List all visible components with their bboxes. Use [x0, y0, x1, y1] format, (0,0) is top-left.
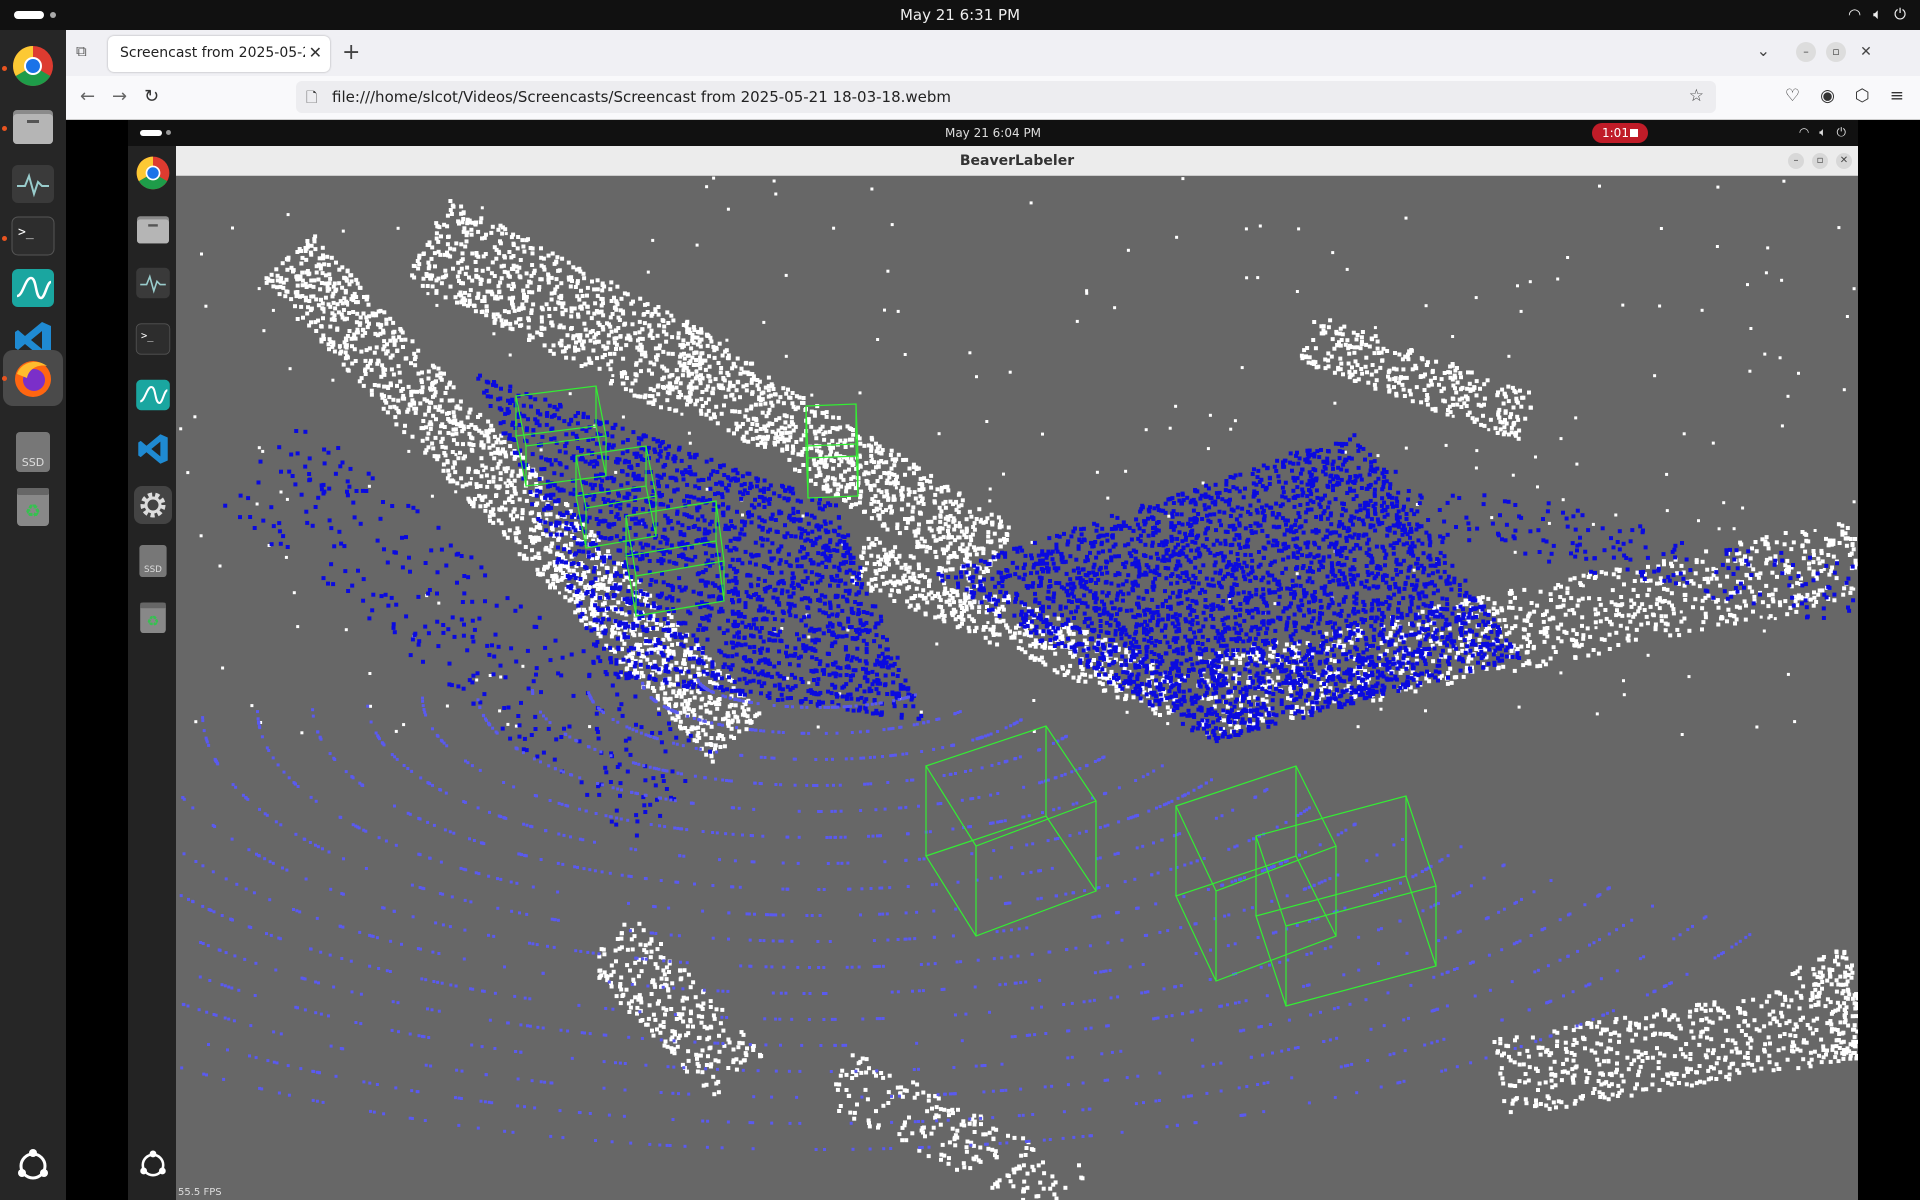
list-tabs-chevron-icon[interactable]: ⌄: [1757, 41, 1770, 60]
url-text[interactable]: file:///home/slcot/Videos/Screencasts/Sc…: [332, 88, 951, 106]
bounding-box-7: [1255, 795, 1437, 927]
firefox-icon: [15, 361, 51, 397]
dock-oscilloscope[interactable]: [9, 264, 57, 312]
app-titlebar: BeaverLabeler – ▫ ✕: [176, 146, 1858, 176]
document-icon: 🗋︎: [306, 90, 318, 106]
extensions-icon[interactable]: ⬡: [1855, 86, 1870, 106]
drive-icon: SSD: [139, 545, 167, 577]
chrome-icon: [13, 46, 53, 86]
tab-screencast[interactable]: Screencast from 2025-05-21 ✕: [108, 36, 330, 72]
recording-time: 1:01: [1602, 126, 1629, 140]
video-show-apps-button: [134, 1146, 172, 1184]
tab-strip: ⧉ Screencast from 2025-05-21 ✕ + ⌄ – ▫ ✕: [66, 30, 1920, 76]
firefox-window: ⧉ Screencast from 2025-05-21 ✕ + ⌄ – ▫ ✕…: [66, 30, 1920, 1200]
trash-icon: ♻: [140, 602, 166, 633]
dock-files[interactable]: [9, 102, 57, 150]
video-dock-vscode: [134, 430, 172, 468]
svg-text:SSD: SSD: [22, 456, 44, 469]
close-window-icon[interactable]: ✕: [1856, 42, 1876, 62]
navigation-bar: ← → ↻ 🗋︎ file:///home/slcot/Videos/Scree…: [66, 76, 1920, 120]
video-dock-ssd-drive: SSD: [134, 542, 172, 580]
point-cloud-canvas: [179, 176, 1858, 1200]
bounding-box-7: [1255, 875, 1437, 1007]
terminal-icon: >_: [135, 323, 171, 355]
minimize-icon[interactable]: –: [1796, 42, 1816, 62]
svg-text:>_: >_: [141, 330, 154, 342]
dock-chrome[interactable]: [9, 42, 57, 90]
dock-system-monitor[interactable]: [9, 160, 57, 208]
tab-overview-icon[interactable]: ⧉: [76, 42, 87, 60]
folder-icon: [137, 216, 169, 244]
fps-counter: 55.5 FPS: [178, 1187, 222, 1198]
video-dock-system-monitor: [134, 264, 172, 302]
video-dock-settings: [134, 486, 172, 524]
dock-trash[interactable]: ♻: [9, 482, 57, 530]
power-icon: ⏻: [1894, 5, 1906, 23]
video-dock-trash: ♻: [134, 598, 172, 636]
oscilloscope-icon: [12, 269, 54, 307]
system-monitor-icon: [136, 267, 170, 299]
reload-icon[interactable]: ↻: [144, 86, 159, 107]
tab-title: Screencast from 2025-05-21: [120, 45, 305, 61]
system-top-bar: May 21 6:31 PM ◠ 🔈︎ ⏻: [0, 0, 1920, 30]
video-dock-oscilloscope: [134, 376, 172, 414]
app-minimize-icon: –: [1788, 153, 1804, 169]
show-apps-button[interactable]: [9, 1142, 57, 1190]
forward-arrow-icon[interactable]: →: [112, 86, 127, 107]
video-dock: >_ SSD ♻: [128, 146, 176, 1200]
svg-text:SSD: SSD: [144, 565, 162, 575]
svg-text:♻: ♻: [147, 614, 160, 630]
terminal-icon: >_: [11, 216, 55, 256]
menu-icon[interactable]: ≡: [1890, 86, 1904, 106]
system-clock[interactable]: May 21 6:31 PM: [0, 6, 1920, 24]
system-monitor-icon: [12, 165, 54, 203]
drive-icon: SSD: [16, 432, 50, 472]
trash-icon: ♻: [17, 488, 49, 526]
bookmark-star-icon[interactable]: ☆: [1689, 86, 1704, 106]
url-bar[interactable]: 🗋︎ file:///home/slcot/Videos/Screencasts…: [296, 81, 1716, 113]
restore-icon[interactable]: ▫: [1826, 42, 1846, 62]
recording-indicator: 1:01: [1592, 123, 1648, 143]
ubuntu-logo-icon: [140, 1150, 166, 1177]
chrome-icon: [136, 156, 170, 190]
toolbar-icons: ♡ ◉ ⬡ ≡: [1785, 86, 1904, 106]
svg-text:♻: ♻: [25, 501, 41, 522]
stop-recording-icon: [1630, 129, 1638, 137]
back-arrow-icon[interactable]: ←: [80, 86, 95, 107]
video-player[interactable]: May 21 6:04 PM 1:01 ◠ 🔈︎ ⏻ >_ SSD ♻ Beav…: [128, 120, 1858, 1200]
gear-icon: [140, 492, 166, 518]
dock: >_ SSD ♻: [0, 30, 66, 1200]
account-icon[interactable]: ◉: [1820, 86, 1835, 106]
dock-terminal[interactable]: >_: [9, 212, 57, 260]
folder-icon: [13, 110, 53, 144]
system-tray[interactable]: ◠ 🔈︎ ⏻: [1848, 5, 1906, 23]
video-dock-files: [134, 210, 172, 248]
video-dock-chrome: [134, 154, 172, 192]
video-system-top-bar: May 21 6:04 PM 1:01 ◠ 🔈︎ ⏻: [128, 120, 1858, 146]
new-tab-button[interactable]: +: [342, 40, 360, 65]
vscode-icon: [138, 434, 168, 464]
video-dock-terminal: >_: [134, 320, 172, 358]
point-cloud-viewport: 55.5 FPS: [176, 176, 1858, 1200]
app-title: BeaverLabeler: [959, 153, 1075, 169]
video-volume-icon: 🔈︎: [1819, 125, 1827, 139]
dock-ssd-drive[interactable]: SSD: [9, 428, 57, 476]
video-system-tray: ◠ 🔈︎ ⏻: [1799, 125, 1846, 140]
beaverlabeler-window: BeaverLabeler – ▫ ✕ 55.5 FPS: [176, 146, 1858, 1200]
app-restore-icon: ▫: [1812, 153, 1828, 169]
bounding-box-2: [575, 445, 657, 509]
app-close-icon: ✕: [1836, 153, 1852, 169]
oscilloscope-icon: [136, 379, 170, 411]
wifi-icon: ◠: [1848, 5, 1862, 23]
volume-icon: 🔈︎: [1873, 5, 1883, 23]
pocket-icon[interactable]: ♡: [1785, 86, 1800, 106]
video-wifi-icon: ◠: [1798, 125, 1810, 139]
close-tab-icon[interactable]: ✕: [309, 43, 322, 62]
video-power-icon: ⏻: [1836, 125, 1847, 139]
bounding-box-5: [925, 815, 1097, 937]
ubuntu-logo-icon: [18, 1149, 48, 1180]
svg-text:>_: >_: [18, 225, 34, 240]
dock-firefox[interactable]: [3, 350, 63, 406]
